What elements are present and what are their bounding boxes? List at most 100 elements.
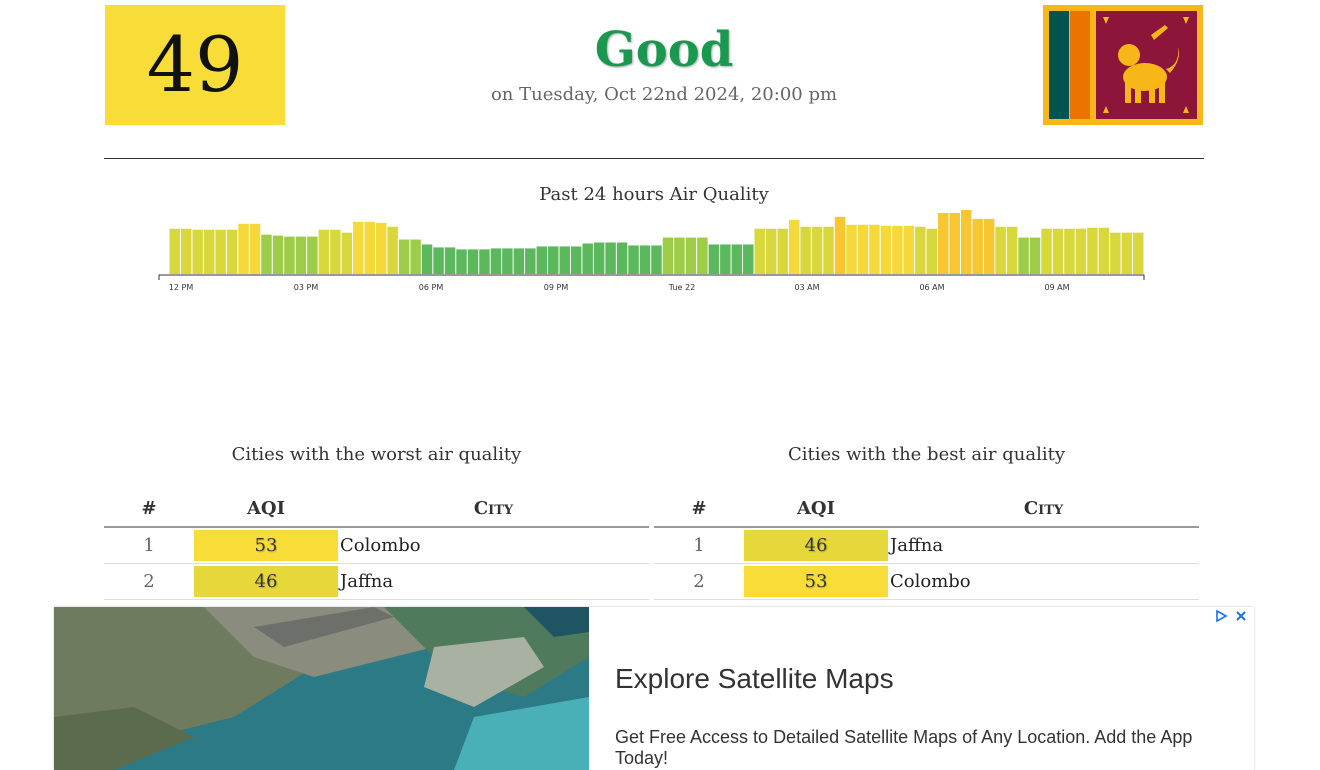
aqi-cell: 53: [744, 563, 888, 600]
aqi-bar: [548, 246, 559, 274]
aqi-bar: [433, 247, 444, 274]
close-icon[interactable]: [1234, 609, 1248, 623]
aqi-bar: [203, 229, 215, 274]
aqi-bar: [639, 245, 651, 274]
aqi-bar: [869, 224, 880, 274]
aqi-bar: [456, 249, 467, 274]
table-row: 1 46 Jaffna: [654, 527, 1199, 564]
aqi-bar: [1029, 237, 1041, 274]
aqi-bar: [903, 225, 915, 274]
measurement-timestamp: on Tuesday, Oct 22nd 2024, 20:00 pm: [490, 84, 838, 105]
aqi-bar: [215, 229, 226, 274]
adchoices-play-icon[interactable]: [1214, 609, 1228, 623]
aqi-bar: [467, 249, 479, 274]
aqi-bar: [697, 237, 708, 274]
aqi-bar: [1110, 232, 1121, 274]
aqi-bar: [662, 237, 674, 274]
city-link[interactable]: Jaffna: [888, 527, 1199, 564]
worst-cities-table: # AQI City 1 53 Colombo 2 46 Jaffna: [104, 490, 649, 600]
city-link[interactable]: Colombo: [338, 527, 649, 564]
aqi-bar: [857, 224, 869, 274]
aqi-bar: [398, 239, 410, 274]
aqi-bar: [364, 221, 375, 274]
x-tick-label: 12 PM: [169, 283, 194, 292]
city-link[interactable]: Colombo: [888, 563, 1199, 600]
advertisement-banner[interactable]: Explore Satellite Maps Get Free Access t…: [54, 607, 1254, 770]
aqi-bar: [800, 226, 811, 274]
aqi-bar: [249, 223, 261, 274]
aqi-header: AQI: [744, 490, 888, 528]
aqi-bar: [1098, 227, 1110, 274]
aqi-bar: [479, 249, 490, 274]
aqi-bar: [731, 244, 743, 274]
aqi-bar: [444, 247, 456, 274]
aqi-bar: [295, 236, 307, 274]
aqi-bar: [811, 226, 823, 274]
aqi-bar: [834, 216, 846, 274]
aqi-bar: [180, 228, 192, 274]
aqi-bar: [1006, 226, 1018, 274]
aqi-bar: [880, 225, 892, 274]
aqi-bar: [628, 245, 639, 274]
x-tick-label: 03 AM: [794, 283, 819, 292]
aqi-bar: [525, 248, 536, 274]
best-cities-title: Cities with the best air quality: [788, 444, 1065, 465]
aqi-bar: [616, 242, 628, 274]
aqi-bar: [1133, 232, 1144, 274]
aqi-bar: [788, 219, 800, 274]
aqi-bar: [490, 248, 502, 274]
aqi-bar: [1121, 232, 1133, 274]
aqi-bar: [570, 246, 582, 274]
aqi-bar: [502, 248, 513, 274]
satellite-map-image[interactable]: [54, 607, 589, 770]
sri-lanka-flag-icon: [1043, 5, 1203, 125]
best-cities-table: # AQI City 1 46 Jaffna 2 53 Colombo: [654, 490, 1199, 600]
aqi-bar: [192, 229, 203, 274]
ad-description[interactable]: Get Free Access to Detailed Satellite Ma…: [615, 727, 1215, 769]
aqi-bar: [1075, 228, 1087, 274]
aqi-bar: [685, 237, 697, 274]
aqi-bar: [708, 244, 720, 274]
aqi-bar: [536, 246, 548, 274]
aqi-bar: [995, 226, 1006, 274]
aqi-bar: [1018, 237, 1029, 274]
aqi-bar: [318, 229, 330, 274]
aqi-bar: [765, 228, 777, 274]
x-tick-label: 06 AM: [919, 283, 944, 292]
aqi-bar: [169, 228, 180, 274]
x-tick-label: Tue 22: [668, 283, 695, 292]
aqi-bar: [983, 218, 995, 274]
aqi-bar: [1041, 228, 1052, 274]
aqi-bar: [846, 224, 857, 274]
header-divider: [104, 158, 1204, 159]
aqi-bar: [238, 223, 249, 274]
aqi-bar: [559, 246, 570, 274]
aqi-bar: [1087, 227, 1098, 274]
aqi-cell: 53: [194, 527, 338, 564]
aqi-bar: [375, 222, 387, 274]
aqi-badge: 53: [194, 530, 338, 561]
aqi-bar: [341, 232, 353, 274]
aqi-bar: [915, 226, 926, 274]
ad-title[interactable]: Explore Satellite Maps: [615, 663, 894, 695]
aqi-bar: [387, 226, 398, 274]
x-tick-label: 03 PM: [294, 283, 319, 292]
aqi-badge: 53: [744, 566, 888, 597]
city-header: City: [338, 490, 649, 528]
aqi-bar: [582, 243, 593, 274]
ad-controls: [1214, 609, 1248, 623]
aqi-cell: 46: [194, 563, 338, 600]
rank-cell: 2: [104, 563, 194, 600]
aqi-bar: [1052, 228, 1064, 274]
aqi-bar: [593, 242, 605, 274]
city-link[interactable]: Jaffna: [338, 563, 649, 600]
table-row: 2 46 Jaffna: [104, 563, 649, 600]
aqi-bar: [513, 248, 525, 274]
rank-cell: 1: [104, 527, 194, 564]
aqi-bar: [261, 234, 272, 274]
aqi-bar: [960, 210, 972, 274]
aqi-bar: [892, 225, 903, 274]
aqi-cell: 46: [744, 527, 888, 564]
aqi-bar: [410, 239, 421, 274]
aqi-bar: [743, 244, 754, 274]
